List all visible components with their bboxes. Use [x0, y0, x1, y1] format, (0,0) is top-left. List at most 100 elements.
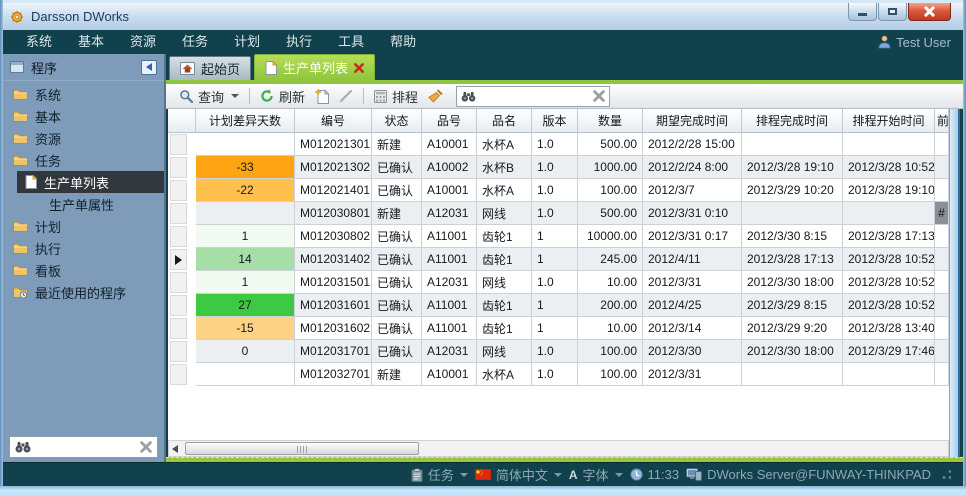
cell-sched_end[interactable]: 2012/3/29 8:15	[742, 294, 843, 317]
resize-grip[interactable]	[942, 470, 951, 479]
sidebar-search-input[interactable]	[35, 440, 136, 454]
column-header-diff[interactable]: 计划差异天数	[196, 109, 295, 132]
cell-sched_start[interactable]: 2012/3/28 19:10	[843, 179, 935, 202]
cell-item_no[interactable]: A11001	[422, 294, 477, 317]
table-row[interactable]: -33M012021302已确认A10002水杯B1.01000.002012/…	[168, 156, 949, 179]
cell-version[interactable]: 1.0	[532, 179, 578, 202]
cell-qty[interactable]: 100.00	[578, 363, 643, 386]
cell-qty[interactable]: 500.00	[578, 202, 643, 225]
cell-item_name[interactable]: 网线	[477, 202, 532, 225]
cell-sched_end[interactable]	[742, 133, 843, 156]
cell-sched_end[interactable]: 2012/3/28 19:10	[742, 156, 843, 179]
cell-version[interactable]: 1	[532, 225, 578, 248]
sidebar-item-2[interactable]: 资源	[3, 127, 164, 149]
status-language-menu[interactable]: 简体中文	[475, 465, 562, 484]
column-header-expect[interactable]: 期望完成时间	[643, 109, 742, 132]
sidebar-item-4[interactable]: 生产单列表	[17, 171, 164, 193]
cell-status[interactable]: 已确认	[372, 179, 422, 202]
cell-extra[interactable]	[935, 340, 949, 363]
horizontal-scrollbar[interactable]	[168, 440, 949, 457]
sidebar-collapse-button[interactable]	[141, 60, 157, 75]
column-header-qty[interactable]: 数量	[578, 109, 643, 132]
cell-expect[interactable]: 2012/3/14	[643, 317, 742, 340]
cell-version[interactable]: 1.0	[532, 340, 578, 363]
schedule-button[interactable]: 排程	[369, 86, 423, 107]
cell-sched_end[interactable]: 2012/3/29 9:20	[742, 317, 843, 340]
column-header-sched_end[interactable]: 排程完成时间	[742, 109, 843, 132]
cell-diff[interactable]: 1	[196, 225, 295, 248]
menu-item-4[interactable]: 计划	[221, 30, 273, 54]
cell-code[interactable]: M012030801	[295, 202, 372, 225]
tab-production-order-list[interactable]: 生产单列表	[254, 54, 375, 80]
cell-sched_start[interactable]: 2012/3/28 10:52	[843, 156, 935, 179]
cell-extra[interactable]	[935, 363, 949, 386]
table-row[interactable]: M012030801新建A12031网线1.0500.002012/3/31 0…	[168, 202, 949, 225]
cell-code[interactable]: M012031402	[295, 248, 372, 271]
cell-extra[interactable]	[935, 271, 949, 294]
cell-qty[interactable]: 100.00	[578, 340, 643, 363]
cell-expect[interactable]: 2012/3/31	[643, 363, 742, 386]
cell-diff[interactable]	[196, 202, 295, 225]
vertical-scrollbar[interactable]	[949, 109, 960, 457]
cell-item_name[interactable]: 水杯B	[477, 156, 532, 179]
column-header-item_no[interactable]: 品号	[422, 109, 477, 132]
cell-version[interactable]: 1	[532, 248, 578, 271]
cell-item_name[interactable]: 水杯A	[477, 133, 532, 156]
cell-status[interactable]: 已确认	[372, 340, 422, 363]
cell-expect[interactable]: 2012/4/11	[643, 248, 742, 271]
row-indicator[interactable]	[168, 179, 196, 202]
cell-status[interactable]: 已确认	[372, 225, 422, 248]
cell-item_name[interactable]: 网线	[477, 340, 532, 363]
cell-item_no[interactable]: A12031	[422, 340, 477, 363]
cell-item_no[interactable]: A11001	[422, 225, 477, 248]
cell-sched_start[interactable]	[843, 202, 935, 225]
cell-sched_start[interactable]: 2012/3/28 10:52	[843, 271, 935, 294]
row-indicator[interactable]	[168, 271, 196, 294]
cell-status[interactable]: 已确认	[372, 271, 422, 294]
row-indicator[interactable]	[168, 202, 196, 225]
cell-sched_start[interactable]: 2012/3/28 10:52	[843, 294, 935, 317]
cell-item_no[interactable]: A10001	[422, 363, 477, 386]
clean-button[interactable]	[423, 86, 448, 107]
cell-extra[interactable]	[935, 225, 949, 248]
cell-sched_start[interactable]: 2012/3/29 17:46	[843, 340, 935, 363]
menu-item-1[interactable]: 基本	[65, 30, 117, 54]
cell-extra[interactable]: #	[935, 202, 949, 225]
row-indicator[interactable]	[168, 340, 196, 363]
table-row[interactable]: -15M012031602已确认A11001齿轮1110.002012/3/14…	[168, 317, 949, 340]
table-row[interactable]: 14M012031402已确认A11001齿轮11245.002012/4/11…	[168, 248, 949, 271]
cell-sched_end[interactable]: 2012/3/30 18:00	[742, 340, 843, 363]
cell-status[interactable]: 已确认	[372, 317, 422, 340]
sidebar-item-9[interactable]: 最近使用的程序	[3, 281, 164, 303]
sidebar-item-3[interactable]: 任务	[3, 149, 164, 171]
cell-item_name[interactable]: 齿轮1	[477, 248, 532, 271]
cell-qty[interactable]: 10000.00	[578, 225, 643, 248]
cell-code[interactable]: M012031501	[295, 271, 372, 294]
cell-item_name[interactable]: 齿轮1	[477, 317, 532, 340]
cell-expect[interactable]: 2012/3/7	[643, 179, 742, 202]
sidebar-item-8[interactable]: 看板	[3, 259, 164, 281]
cell-diff[interactable]: 0	[196, 340, 295, 363]
table-row[interactable]: -22M012021401已确认A10001水杯A1.0100.002012/3…	[168, 179, 949, 202]
cell-item_no[interactable]: A12031	[422, 202, 477, 225]
user-indicator[interactable]: Test User	[878, 35, 951, 50]
cell-sched_end[interactable]: 2012/3/28 17:13	[742, 248, 843, 271]
cell-item_no[interactable]: A10001	[422, 179, 477, 202]
column-header-version[interactable]: 版本	[532, 109, 578, 132]
column-header-item_name[interactable]: 品名	[477, 109, 532, 132]
cell-item_no[interactable]: A12031	[422, 271, 477, 294]
sidebar-item-7[interactable]: 执行	[3, 237, 164, 259]
cell-diff[interactable]	[196, 133, 295, 156]
cell-status[interactable]: 已确认	[372, 156, 422, 179]
clear-search-icon[interactable]	[140, 441, 152, 453]
cell-item_name[interactable]: 齿轮1	[477, 294, 532, 317]
cell-sched_start[interactable]: 2012/3/28 10:52	[843, 248, 935, 271]
cell-sched_end[interactable]	[742, 202, 843, 225]
cell-version[interactable]: 1.0	[532, 363, 578, 386]
cell-code[interactable]: M012031602	[295, 317, 372, 340]
cell-item_name[interactable]: 网线	[477, 271, 532, 294]
table-row[interactable]: M012032701新建A10001水杯A1.0100.002012/3/31	[168, 363, 949, 386]
cell-item_name[interactable]: 齿轮1	[477, 225, 532, 248]
cell-diff[interactable]	[196, 363, 295, 386]
cell-version[interactable]: 1	[532, 294, 578, 317]
